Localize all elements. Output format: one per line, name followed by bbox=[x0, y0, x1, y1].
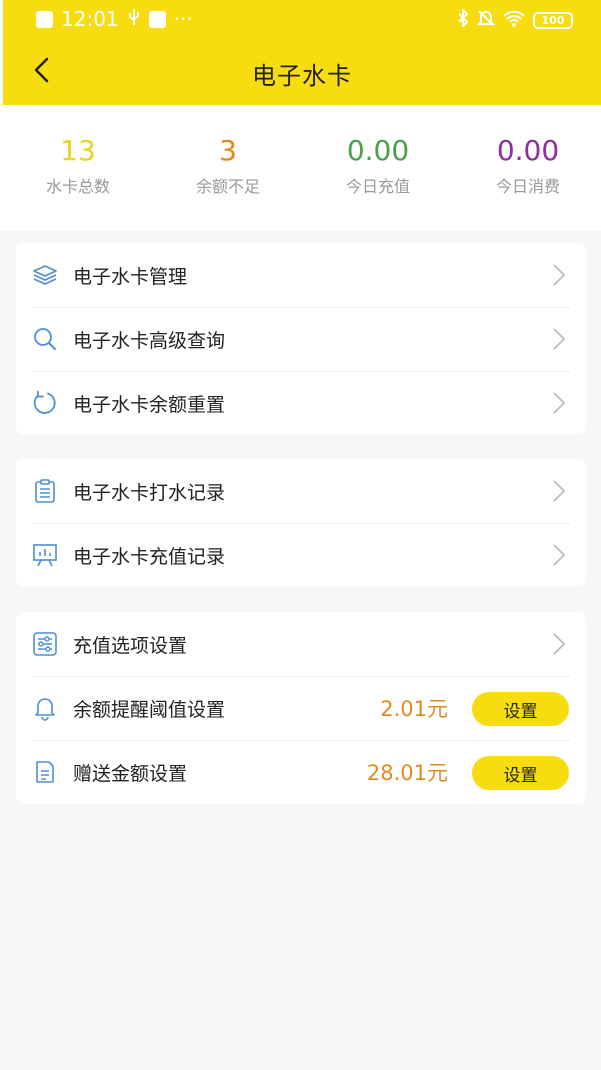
stat-today-recharge: 0.00 今日充值 bbox=[303, 135, 453, 197]
chevron-right-icon bbox=[553, 328, 566, 350]
battery-indicator: 100 bbox=[533, 11, 573, 29]
clipboard-icon bbox=[35, 479, 55, 503]
menu-item-recharge-records[interactable]: 电子水卡充值记录 bbox=[16, 523, 586, 587]
stat-today-consumption: 0.00 今日消费 bbox=[453, 135, 601, 197]
threshold-set-button[interactable]: 设置 bbox=[472, 692, 569, 726]
search-icon bbox=[34, 328, 56, 350]
wifi-icon bbox=[503, 8, 525, 32]
status-left: 12:01 ··· bbox=[36, 7, 193, 31]
stat-low-balance: 3 余额不足 bbox=[153, 135, 303, 197]
notification-app-icon-2 bbox=[148, 10, 166, 28]
stats-panel: 13 水卡总数 3 余额不足 0.00 今日充值 0.00 今日消费 bbox=[0, 105, 601, 231]
layers-icon bbox=[33, 265, 57, 285]
notification-app-icon bbox=[36, 10, 53, 28]
presentation-chart-icon bbox=[33, 544, 57, 567]
menu-item-label: 充值选项设置 bbox=[73, 634, 188, 657]
menu-item-label: 余额提醒阈值设置 bbox=[73, 698, 226, 721]
bonus-amount: 28.01元 bbox=[366, 761, 448, 785]
menu-item-bonus-amount: 赠送金额设置 28.01元 设置 bbox=[16, 740, 586, 804]
stat-label: 余额不足 bbox=[195, 177, 260, 196]
status-right: 100 bbox=[457, 7, 573, 32]
chevron-right-icon bbox=[553, 480, 566, 502]
stat-value: 0.00 bbox=[346, 134, 410, 167]
bluetooth-icon bbox=[457, 7, 469, 32]
nav-bar: 电子水卡 bbox=[3, 40, 601, 105]
menu-item-label: 电子水卡打水记录 bbox=[73, 481, 226, 504]
menu-card-management: 电子水卡管理 电子水卡高级查询 电子水卡余额重置 bbox=[16, 243, 586, 435]
sliders-icon bbox=[33, 632, 57, 656]
page-title: 电子水卡 bbox=[252, 62, 352, 90]
stat-label: 今日消费 bbox=[495, 177, 560, 196]
menu-item-balance-threshold: 余额提醒阈值设置 2.01元 设置 bbox=[16, 676, 586, 740]
chevron-right-icon bbox=[553, 392, 566, 414]
stat-label: 今日充值 bbox=[345, 177, 410, 196]
menu-item-balance-reset[interactable]: 电子水卡余额重置 bbox=[16, 371, 586, 435]
menu-item-label: 电子水卡管理 bbox=[73, 265, 188, 288]
menu-item-advanced-query[interactable]: 电子水卡高级查询 bbox=[16, 307, 586, 371]
menu-item-card-management[interactable]: 电子水卡管理 bbox=[16, 243, 586, 307]
bell-icon bbox=[35, 698, 55, 721]
header: 12:01 ··· 100 电子水卡 bbox=[3, 0, 601, 105]
stat-total-cards: 13 水卡总数 bbox=[3, 135, 153, 197]
menu-item-water-records[interactable]: 电子水卡打水记录 bbox=[16, 459, 586, 523]
chevron-right-icon bbox=[553, 544, 566, 566]
menu-item-label: 赠送金额设置 bbox=[73, 762, 188, 785]
stat-value: 3 bbox=[219, 134, 237, 167]
menu-item-label: 电子水卡充值记录 bbox=[73, 545, 226, 568]
status-bar: 12:01 ··· 100 bbox=[3, 0, 601, 40]
menu-item-recharge-options[interactable]: 充值选项设置 bbox=[16, 612, 586, 676]
chevron-right-icon bbox=[553, 264, 566, 286]
usb-icon bbox=[127, 7, 141, 31]
document-icon bbox=[36, 761, 54, 783]
stat-value: 0.00 bbox=[496, 134, 560, 167]
stat-label: 水卡总数 bbox=[45, 177, 110, 196]
menu-item-label: 电子水卡高级查询 bbox=[73, 329, 226, 352]
menu-item-label: 电子水卡余额重置 bbox=[73, 393, 226, 416]
bonus-set-button[interactable]: 设置 bbox=[472, 756, 569, 790]
status-time: 12:01 bbox=[61, 7, 119, 31]
threshold-amount: 2.01元 bbox=[380, 697, 448, 721]
menu-card-settings: 充值选项设置 余额提醒阈值设置 2.01元 设置 赠送金额设置 28.01元 设… bbox=[16, 612, 586, 804]
mute-bell-icon bbox=[476, 8, 496, 32]
refresh-icon bbox=[33, 390, 56, 414]
status-more: ··· bbox=[173, 7, 193, 31]
chevron-right-icon bbox=[553, 633, 566, 655]
stat-value: 13 bbox=[60, 134, 96, 167]
menu-card-records: 电子水卡打水记录 电子水卡充值记录 bbox=[16, 459, 586, 587]
